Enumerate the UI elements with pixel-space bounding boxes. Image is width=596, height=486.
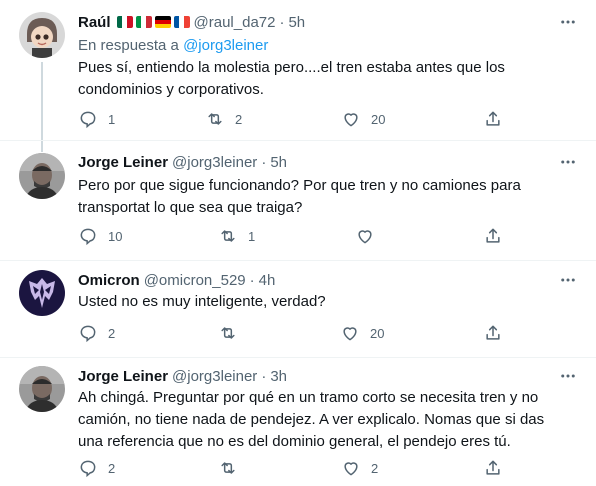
timestamp[interactable]: 3h [270, 368, 287, 385]
retweet-icon [208, 113, 222, 125]
thread-line [41, 62, 43, 152]
more-button[interactable] [558, 366, 578, 386]
retweet-button[interactable]: 1 [218, 226, 255, 246]
tweet-text: Usted no es muy inteligente, verdad? [78, 293, 326, 310]
like-icon [344, 462, 358, 476]
tweet-jorge-1[interactable]: Jorge Leiner @jorg3leiner · 5h Pero por … [0, 140, 596, 260]
divider [0, 140, 596, 141]
tweet-text: Ah chingá. Preguntar por qué en un tramo… [78, 389, 545, 450]
tweet-header: Raúl @raul_da72 · 5h [78, 12, 305, 32]
reply-prefix: En respuesta a [78, 37, 179, 54]
retweet-button[interactable]: 2 [205, 109, 242, 129]
reply-count: 10 [108, 228, 123, 244]
reply-button[interactable]: 1 [78, 109, 115, 129]
retweet-icon [221, 230, 235, 242]
reply-button[interactable]: 2 [78, 323, 115, 343]
timestamp[interactable]: 4h [259, 272, 276, 289]
avatar[interactable] [19, 270, 65, 316]
mexico-flag-icon [116, 16, 133, 28]
reply-icon [80, 111, 96, 129]
share-icon [486, 460, 500, 475]
retweet-button[interactable] [218, 323, 248, 343]
user-handle[interactable]: @jorg3leiner [172, 368, 257, 385]
reply-context: En respuesta a @jorg3leiner [78, 37, 268, 54]
more-button[interactable] [558, 270, 578, 290]
tweet-actions: 2 20 [68, 323, 518, 345]
share-button[interactable] [483, 226, 503, 246]
tweet-omicron[interactable]: Omicron @omicron_529 · 4h Usted no es mu… [0, 260, 596, 357]
more-icon [561, 374, 575, 378]
like-count: 2 [371, 460, 379, 476]
france-flag-icon [173, 16, 190, 28]
retweet-count: 1 [248, 228, 256, 244]
like-icon [358, 230, 372, 244]
reply-button[interactable]: 10 [78, 226, 122, 246]
reply-handle-link[interactable]: @jorg3leiner [183, 37, 268, 54]
display-name[interactable]: Jorge Leiner [78, 368, 168, 385]
display-name[interactable]: Jorge Leiner [78, 154, 168, 171]
timestamp[interactable]: 5h [288, 14, 305, 31]
like-button[interactable]: 20 [340, 323, 384, 343]
separator-dot: · [279, 13, 285, 31]
share-button[interactable] [483, 458, 503, 478]
more-icon [561, 160, 575, 164]
tweet-actions: 1 2 20 [68, 109, 518, 131]
like-button[interactable]: 2 [341, 458, 378, 478]
like-icon [344, 113, 358, 127]
tweet-text: Pero por que sigue funcionando? Por que … [78, 177, 521, 216]
tweet-header: Jorge Leiner @jorg3leiner · 3h [78, 366, 287, 386]
user-handle[interactable]: @raul_da72 [194, 14, 276, 31]
more-icon [561, 20, 575, 24]
avatar[interactable] [19, 366, 65, 412]
like-button[interactable]: 20 [341, 109, 385, 129]
share-icon [486, 325, 500, 340]
separator-dot: · [249, 271, 255, 289]
reply-count: 1 [108, 111, 116, 127]
tweet-actions: 10 1 [68, 226, 518, 248]
avatar[interactable] [19, 12, 65, 58]
reply-count: 2 [108, 460, 116, 476]
tweet-header: Omicron @omicron_529 · 4h [78, 270, 275, 290]
retweet-count: 2 [235, 111, 243, 127]
more-icon [561, 278, 575, 282]
tweet-header: Jorge Leiner @jorg3leiner · 5h [78, 152, 287, 172]
reply-icon [80, 460, 96, 478]
germany-flag-icon [154, 16, 171, 28]
user-handle[interactable]: @jorg3leiner [172, 154, 257, 171]
tweet-actions: 2 2 [68, 458, 518, 480]
like-count: 20 [371, 111, 386, 127]
share-button[interactable] [483, 323, 503, 343]
retweet-icon [221, 327, 235, 339]
like-count: 20 [370, 325, 385, 341]
reply-icon [80, 228, 96, 246]
retweet-icon [221, 462, 235, 474]
display-name[interactable]: Omicron [78, 272, 140, 289]
tweet-raul[interactable]: Raúl @raul_da72 · 5h En respuesta a @jor… [0, 0, 596, 152]
italy-flag-icon [135, 16, 152, 28]
flag-emojis [116, 16, 190, 28]
more-button[interactable] [558, 152, 578, 172]
share-icon [486, 228, 500, 243]
share-button[interactable] [483, 109, 503, 129]
reply-icon [80, 325, 96, 343]
separator-dot: · [261, 367, 267, 385]
like-button[interactable] [355, 226, 385, 246]
tweet-text: Pues sí, entiendo la molestia pero....el… [78, 59, 505, 98]
tweet-jorge-2[interactable]: Jorge Leiner @jorg3leiner · 3h Ah chingá… [0, 357, 596, 486]
like-icon [343, 327, 357, 341]
avatar[interactable] [19, 153, 65, 199]
more-button[interactable] [558, 12, 578, 32]
divider [0, 260, 596, 261]
reply-count: 2 [108, 325, 116, 341]
retweet-button[interactable] [218, 458, 248, 478]
share-icon [486, 111, 500, 126]
display-name[interactable]: Raúl [78, 14, 111, 31]
divider [0, 357, 596, 358]
timestamp[interactable]: 5h [270, 154, 287, 171]
user-handle[interactable]: @omicron_529 [144, 272, 246, 289]
reply-button[interactable]: 2 [78, 458, 115, 478]
separator-dot: · [261, 153, 267, 171]
